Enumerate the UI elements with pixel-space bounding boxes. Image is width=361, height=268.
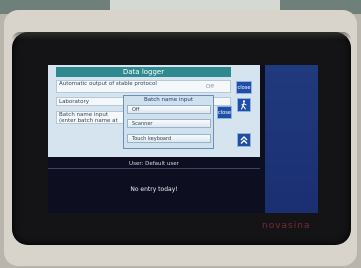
auto-output-label: Automatic output of stable protocol bbox=[59, 81, 157, 87]
auto-output-value: Off bbox=[205, 84, 214, 90]
option-touch-keyboard[interactable]: Touch keyboard bbox=[127, 134, 211, 143]
auto-output-row[interactable]: Automatic output of stable protocol Off bbox=[56, 80, 231, 93]
option-scanner[interactable]: Scanner bbox=[127, 119, 211, 128]
user-status: User: Default user bbox=[129, 161, 179, 167]
right-side-panel bbox=[265, 65, 318, 213]
no-entry-message: No entry today! bbox=[130, 186, 178, 193]
status-divider bbox=[48, 168, 260, 169]
submenu-title: Batch name input bbox=[143, 97, 194, 103]
submenu-close-button[interactable]: close bbox=[217, 106, 232, 119]
dialog-title: Data logger bbox=[56, 67, 231, 77]
data-logger-dialog: Data logger close Automatic output of st… bbox=[48, 65, 260, 157]
bezel-reflection bbox=[12, 32, 351, 40]
batch-name-label: Batch name input (enter batch name at bbox=[59, 112, 118, 124]
brand-logo: novasina bbox=[262, 221, 311, 231]
walking-person-icon-glyph bbox=[240, 100, 247, 110]
dialog-close-button[interactable]: close bbox=[236, 81, 252, 94]
option-off[interactable]: Off bbox=[127, 105, 211, 114]
batch-name-submenu: Batch name input Off Scanner Touch keybo… bbox=[123, 95, 214, 149]
touch-screen: Data logger close Automatic output of st… bbox=[48, 65, 318, 213]
double-chevron-up-glyph bbox=[240, 136, 248, 144]
walking-person-icon[interactable] bbox=[237, 98, 251, 112]
batch-name-row[interactable]: Batch name input (enter batch name at bbox=[56, 111, 124, 124]
laboratory-label: Laboratory bbox=[59, 99, 89, 105]
double-chevron-up-icon[interactable] bbox=[237, 133, 251, 147]
